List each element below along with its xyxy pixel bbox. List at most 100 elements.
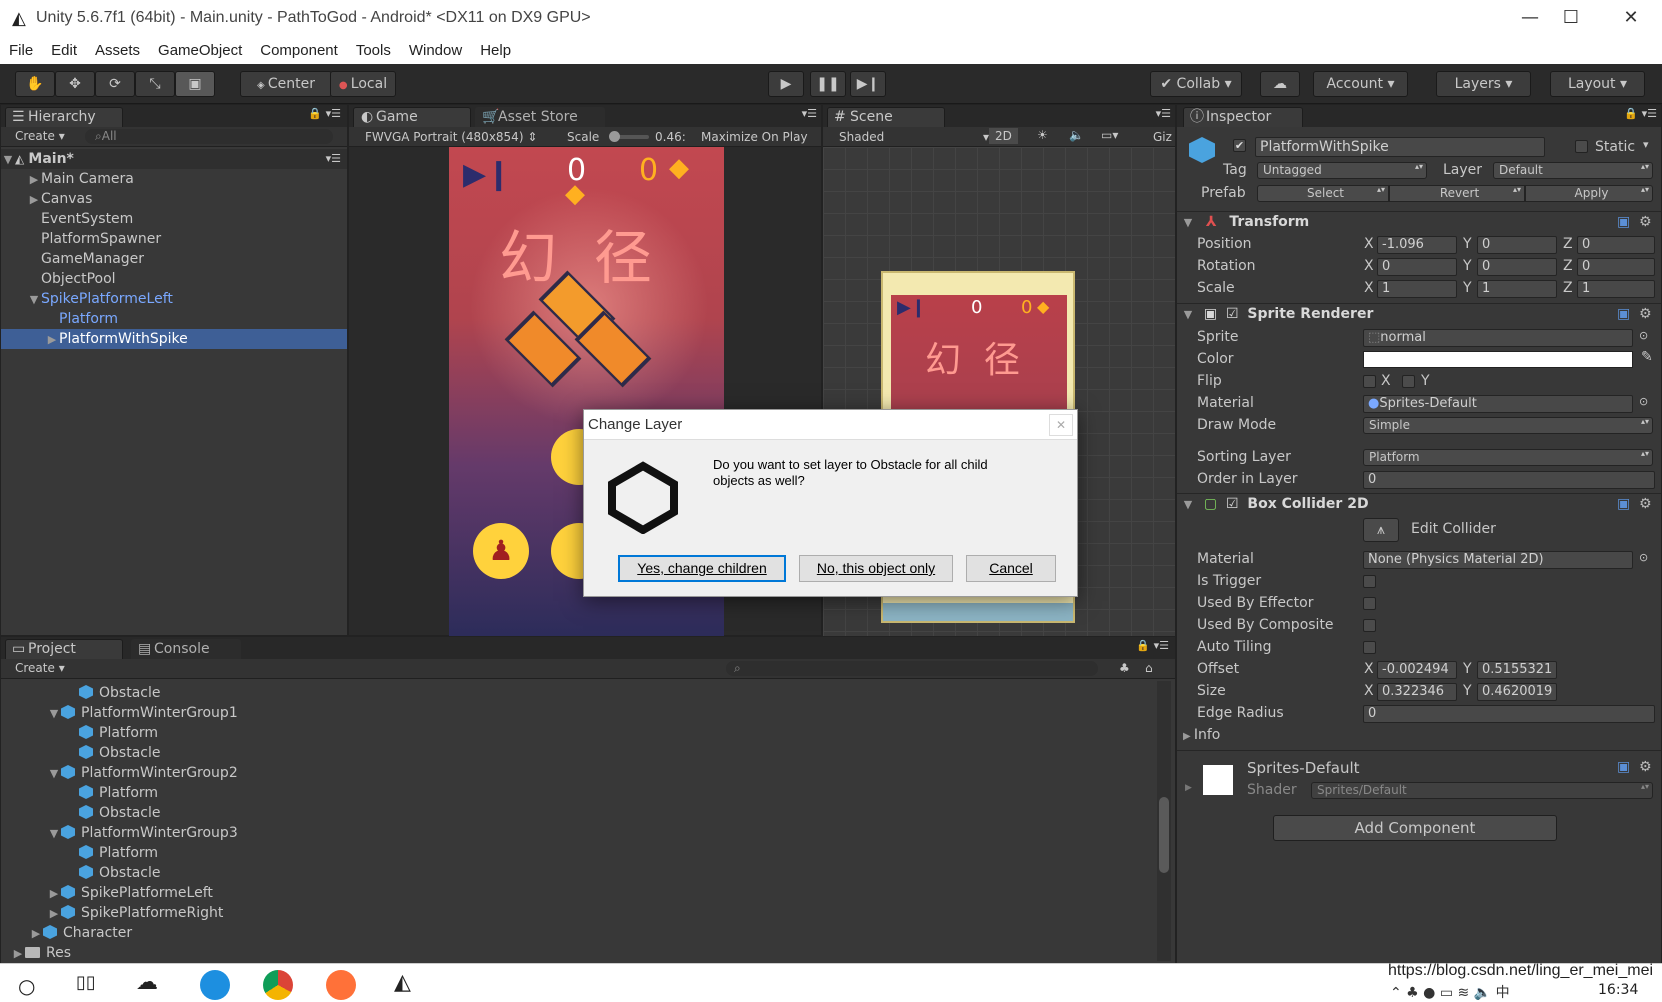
- expand-triangle-icon[interactable]: ▶: [45, 330, 59, 350]
- menu-help[interactable]: Help: [471, 38, 520, 59]
- scene-panel-menu-icon[interactable]: ▾☰: [1156, 107, 1171, 120]
- sprite-renderer-gear-icon[interactable]: ⚙: [1639, 304, 1652, 325]
- project-tree-item[interactable]: ▶ Character: [1, 923, 1151, 943]
- expand-triangle-icon[interactable]: ▶: [27, 190, 41, 210]
- project-tree-item[interactable]: ▶ SpikePlatformeRight: [1, 903, 1151, 923]
- transform-help-icon[interactable]: ▣: [1617, 212, 1630, 233]
- sprite-renderer-help-icon[interactable]: ▣: [1617, 304, 1630, 325]
- audio-toggle-icon[interactable]: 🔈: [1069, 128, 1084, 142]
- box-collider-enable-checkbox[interactable]: ☑: [1226, 496, 1239, 512]
- project-tree-item[interactable]: ▼ PlatformWinterGroup1: [1, 703, 1151, 723]
- tag-dropdown[interactable]: Untagged: [1257, 162, 1427, 179]
- info-foldout-icon[interactable]: ▶: [1183, 731, 1194, 742]
- position-z-field[interactable]: 0: [1577, 236, 1655, 254]
- used-by-composite-checkbox[interactable]: [1363, 619, 1376, 632]
- layer-dropdown[interactable]: Default: [1493, 162, 1653, 179]
- tab-asset-store[interactable]: 🛒 Asset Store: [475, 107, 605, 127]
- box-collider-gear-icon[interactable]: ⚙: [1639, 494, 1652, 515]
- dialog-close-button[interactable]: ✕: [1049, 414, 1073, 436]
- hierarchy-search-input[interactable]: ⌕All: [85, 129, 333, 144]
- cloud-button[interactable]: ☁: [1260, 71, 1300, 97]
- menu-assets[interactable]: Assets: [86, 38, 149, 59]
- collider-material-picker-icon[interactable]: ⊙: [1639, 551, 1648, 564]
- hand-tool-button[interactable]: ✋: [15, 71, 55, 97]
- project-menu-icon[interactable]: 🔒 ▾☰: [1136, 639, 1169, 652]
- project-tree-item[interactable]: ▼ PlatformWinterGroup2: [1, 763, 1151, 783]
- task-view-icon[interactable]: ▯▯: [76, 972, 96, 993]
- 2d-toggle[interactable]: 2D: [989, 128, 1018, 144]
- drawmode-dropdown[interactable]: Simple: [1363, 417, 1653, 434]
- sprite-object-field[interactable]: ⬚normal: [1363, 329, 1633, 347]
- search-taskbar-icon[interactable]: ○: [18, 974, 35, 998]
- sorting-layer-dropdown[interactable]: Platform: [1363, 449, 1653, 466]
- menu-window[interactable]: Window: [400, 38, 471, 59]
- tab-hierarchy[interactable]: ☰ Hierarchy: [5, 107, 123, 127]
- hierarchy-item[interactable]: EventSystem: [1, 209, 347, 229]
- pivot-local-button[interactable]: ● Local: [330, 71, 396, 97]
- object-name-field[interactable]: PlatformWithSpike: [1255, 137, 1545, 157]
- is-trigger-checkbox[interactable]: [1363, 575, 1376, 588]
- hierarchy-item[interactable]: ▶ PlatformWithSpike: [1, 329, 347, 349]
- hierarchy-item[interactable]: ▼ SpikePlatformeLeft: [1, 289, 347, 309]
- project-tree-item[interactable]: ▶ Res: [1, 943, 1151, 963]
- collab-dropdown[interactable]: ✔ Collab ▾: [1150, 71, 1242, 97]
- close-button[interactable]: ✕: [1608, 4, 1654, 32]
- project-scrollbar[interactable]: [1157, 681, 1171, 961]
- project-create-button[interactable]: Create ▾: [15, 661, 65, 675]
- hierarchy-item[interactable]: PlatformSpawner: [1, 229, 347, 249]
- scale-tool-button[interactable]: ⤡: [135, 71, 175, 97]
- inspector-menu-icon[interactable]: 🔒 ▾☰: [1624, 107, 1657, 120]
- sprite-renderer-enable-checkbox[interactable]: ☑: [1226, 306, 1239, 322]
- tab-game[interactable]: ◐ Game: [353, 107, 471, 127]
- rotation-x-field[interactable]: 0: [1377, 258, 1457, 276]
- expand-triangle-icon[interactable]: ▼: [1, 150, 15, 170]
- project-tree-item[interactable]: ▼ PlatformWinterGroup3: [1, 823, 1151, 843]
- collider-material-field[interactable]: None (Physics Material 2D): [1363, 551, 1633, 569]
- unity-taskbar-icon[interactable]: ◭: [394, 970, 411, 995]
- material-picker-icon[interactable]: ⊙: [1639, 395, 1648, 408]
- rect-tool-button[interactable]: ▣: [175, 71, 215, 97]
- hierarchy-item[interactable]: ObjectPool: [1, 269, 347, 289]
- project-tree-item[interactable]: Obstacle: [1, 743, 1151, 763]
- material-help-icon[interactable]: ▣: [1617, 759, 1630, 775]
- menu-edit[interactable]: Edit: [42, 38, 86, 59]
- scale-slider-thumb[interactable]: [609, 131, 620, 142]
- static-dropdown-icon[interactable]: ▾: [1643, 138, 1649, 151]
- scene-menu-icon[interactable]: ▾☰: [326, 149, 341, 169]
- filter-by-label-icon[interactable]: ⌂: [1145, 661, 1153, 675]
- active-checkbox[interactable]: ✔: [1233, 139, 1246, 152]
- hierarchy-item[interactable]: ▶ Canvas: [1, 189, 347, 209]
- shading-mode-dropdown[interactable]: Shaded ▾: [839, 130, 989, 144]
- project-scrollbar-thumb[interactable]: [1159, 797, 1169, 873]
- shader-dropdown[interactable]: Sprites/Default: [1311, 782, 1653, 799]
- info-foldout[interactable]: ▶ Info: [1183, 727, 1220, 743]
- size-x-field[interactable]: 0.322346: [1377, 683, 1457, 701]
- project-tree-item[interactable]: Obstacle: [1, 863, 1151, 883]
- effects-toggle-icon[interactable]: ▭▾: [1101, 128, 1118, 142]
- rotation-z-field[interactable]: 0: [1577, 258, 1655, 276]
- offset-y-field[interactable]: 0.5155321: [1477, 661, 1557, 679]
- color-swatch[interactable]: [1363, 351, 1633, 368]
- no-this-object-only-button[interactable]: No, this object only: [799, 555, 953, 582]
- yes-change-children-button[interactable]: Yes, change children: [618, 555, 786, 582]
- tab-scene[interactable]: # Scene: [827, 107, 945, 127]
- tab-console[interactable]: ▤ Console: [131, 639, 241, 659]
- firefox-browser-icon[interactable]: [326, 970, 356, 1000]
- box-collider-header[interactable]: ▼ ▢ ☑ Box Collider 2D ▣ ⚙: [1177, 493, 1661, 515]
- lighting-toggle-icon[interactable]: ☀: [1037, 128, 1048, 142]
- offset-x-field[interactable]: -0.002494: [1377, 661, 1457, 679]
- expand-triangle-icon[interactable]: ▶: [29, 924, 43, 944]
- project-tree-item[interactable]: Platform: [1, 843, 1151, 863]
- static-checkbox[interactable]: [1575, 140, 1588, 153]
- character-button[interactable]: ♟: [473, 523, 529, 579]
- rotation-y-field[interactable]: 0: [1477, 258, 1557, 276]
- rotate-tool-button[interactable]: ⟳: [95, 71, 135, 97]
- prefab-revert-button[interactable]: Revert: [1389, 185, 1525, 202]
- hierarchy-item[interactable]: GameManager: [1, 249, 347, 269]
- material-gear-icon[interactable]: ⚙: [1639, 759, 1652, 775]
- expand-triangle-icon[interactable]: ▶: [11, 944, 25, 964]
- transform-header[interactable]: ▼ ⅄ Transform ▣ ⚙: [1177, 211, 1661, 233]
- hierarchy-create-button[interactable]: Create ▾: [15, 129, 65, 143]
- chrome-browser-icon[interactable]: [263, 970, 293, 1000]
- expand-triangle-icon[interactable]: ▶: [27, 170, 41, 190]
